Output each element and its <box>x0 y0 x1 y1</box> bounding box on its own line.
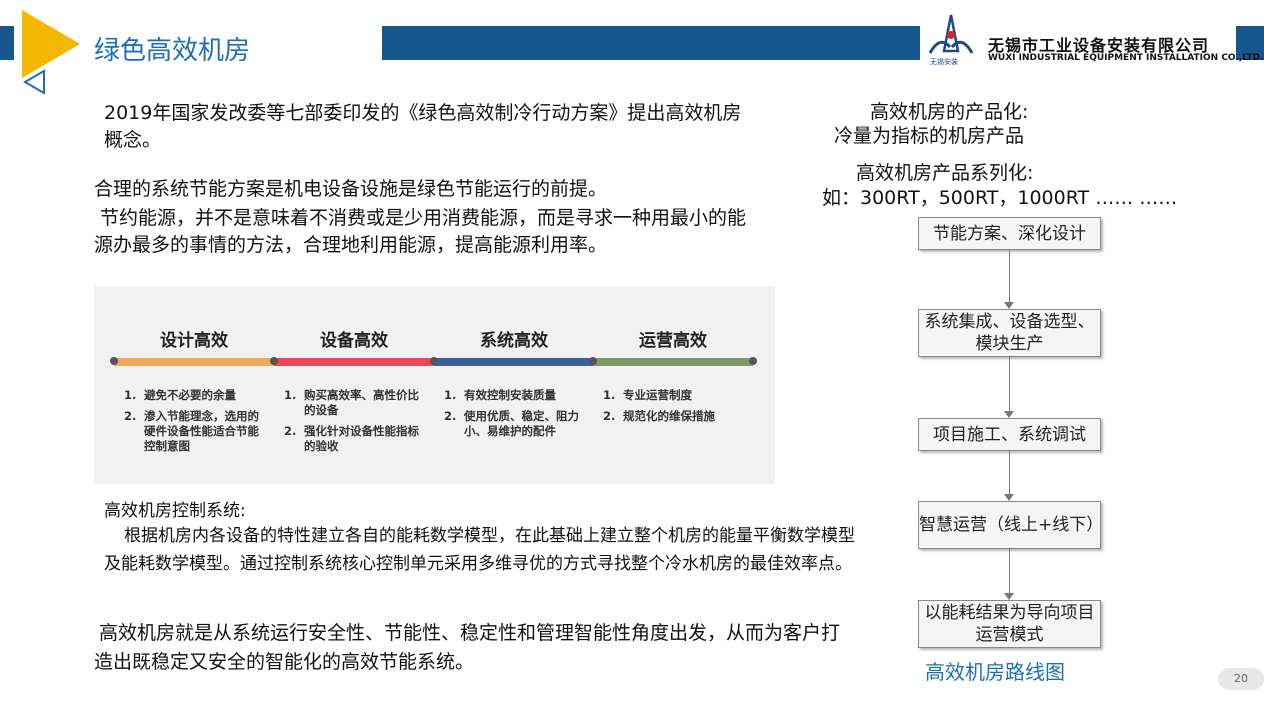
control-system-title: 高效机房控制系统: <box>104 501 246 521</box>
flow-step-4: 智慧运营（线上+线下） <box>918 501 1103 549</box>
flow-connector <box>1009 356 1010 411</box>
list-item: 2. 使用优质、稳定、阻力小、易维护的配件 <box>444 409 579 438</box>
stage-marker <box>430 357 438 365</box>
stage-title-equipment: 设备高效 <box>320 331 388 351</box>
stage-marker <box>270 357 278 365</box>
stage-bar-equipment <box>274 358 434 366</box>
flow-connector <box>1009 249 1010 302</box>
product-line-2: 冷量为指标的机房产品 <box>834 125 1025 147</box>
stage-list-operation: 1. 专业运营制度 2. 规范化的维保措施 <box>603 388 749 430</box>
list-item: 2. 规范化的维保措施 <box>603 409 715 423</box>
energy-paragraph: 节约能源，并不是意味着不消费或是少用消费能源，而是寻求一种用最小的能源办最多的事… <box>94 207 747 256</box>
stage-list-equipment: 1. 购买高效率、高性价比的设备 2. 强化针对设备性能指标的验收 <box>284 388 430 460</box>
flow-arrow-icon <box>1004 302 1014 309</box>
stage-marker <box>589 357 597 365</box>
flow-connector <box>1009 450 1010 494</box>
stage-title-system: 系统高效 <box>480 331 548 351</box>
flow-step-3: 项目施工、系统调试 <box>918 418 1101 451</box>
company-name-en: WUXI INDUSTRIAL EQUIPMENT INSTALLATION C… <box>988 53 1264 63</box>
conclusion-text: 高效机房就是从系统运行安全性、节能性、稳定性和管理智能性角度出发，从而为客户打造… <box>94 622 841 673</box>
page-title: 绿色高效机房 <box>94 36 251 66</box>
header-middle-bar <box>382 26 920 60</box>
flow-arrow-icon <box>1004 593 1014 600</box>
stage-bar-design <box>114 358 274 366</box>
stage-list-system: 1. 有效控制安装质量 2. 使用优质、稳定、阻力小、易维护的配件 <box>444 388 590 445</box>
series-line-2: 如：300RT，500RT，1000RT …… …… <box>822 187 1178 209</box>
stage-title-operation: 运营高效 <box>639 331 707 351</box>
series-line-1: 高效机房产品系列化: <box>856 162 1034 184</box>
list-item: 2. 渗入节能理念，选用的硬件设备性能适合节能控制意图 <box>124 409 259 453</box>
stage-marker <box>749 357 757 365</box>
flow-arrow-icon <box>1004 411 1014 418</box>
stage-marker <box>110 357 118 365</box>
flow-step-1: 节能方案、深化设计 <box>918 217 1101 250</box>
header-left-bar <box>0 26 14 60</box>
company-logo-icon <box>928 14 974 54</box>
intro-text: 2019年国家发改委等七部委印发的《绿色高效制冷行动方案》提出高效机房概念。 <box>104 102 742 151</box>
list-item: 2. 强化针对设备性能指标的验收 <box>284 424 419 453</box>
page-number: 20 <box>1218 668 1264 690</box>
efficiency-stages-panel: 设计高效 设备高效 系统高效 运营高效 1. 避免不必要的余量 2. 渗入节能理念，… <box>94 286 775 484</box>
list-item: 1. 避免不必要的余量 <box>124 388 236 402</box>
logo-subtext: 无锡安装 <box>930 58 958 66</box>
stage-bar-system <box>434 358 593 366</box>
list-item: 1. 有效控制安装质量 <box>444 388 556 402</box>
product-line-1: 高效机房的产品化: <box>870 101 1029 123</box>
flow-step-2: 系统集成、设备选型、模块生产 <box>918 309 1101 357</box>
flow-arrow-icon <box>1004 494 1014 501</box>
back-arrow-icon[interactable] <box>22 68 48 96</box>
list-item: 1. 购买高效率、高性价比的设备 <box>284 388 419 417</box>
stage-bar-operation <box>593 358 753 366</box>
control-system-body: 根据机房内各设备的特性建立各自的能耗数学模型，在此基础上建立整个机房的能量平衡数… <box>104 526 855 574</box>
stage-title-design: 设计高效 <box>160 331 228 351</box>
flow-caption: 高效机房路线图 <box>925 660 1065 684</box>
flow-connector <box>1009 548 1010 593</box>
stage-list-design: 1. 避免不必要的余量 2. 渗入节能理念，选用的硬件设备性能适合节能控制意图 <box>124 388 270 460</box>
flow-step-5: 以能耗结果为导向项目运营模式 <box>918 600 1101 648</box>
list-item: 1. 专业运营制度 <box>603 388 692 402</box>
energy-line-1: 合理的系统节能方案是机电设备设施是绿色节能运行的前提。 <box>94 178 608 200</box>
